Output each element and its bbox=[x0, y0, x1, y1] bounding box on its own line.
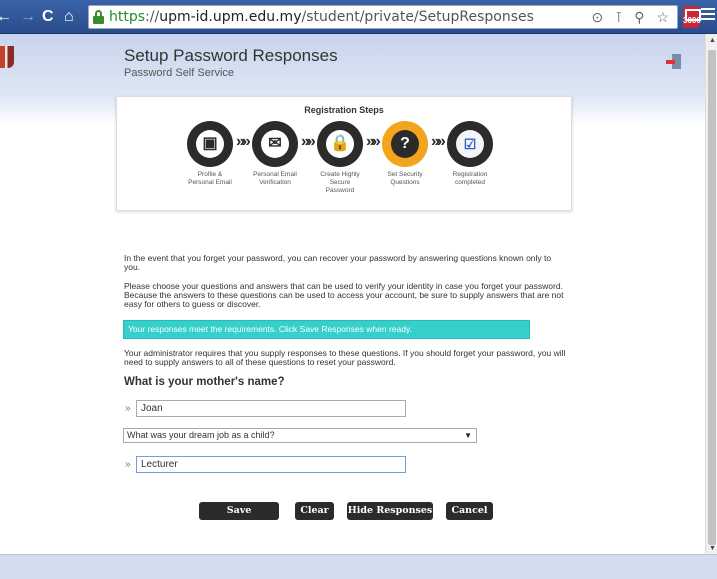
hide-responses-button[interactable]: Hide Responses bbox=[347, 502, 433, 520]
question-1-label: What is your mother's name? bbox=[124, 376, 285, 388]
checkmark-icon: ☑ bbox=[447, 121, 493, 167]
forward-arrow-icon[interactable]: → bbox=[20, 7, 36, 27]
omnibox-action-icons[interactable]: ⊙ ⊺ ⚲ ☆ bbox=[592, 9, 674, 26]
dropdown-arrow-icon: ▼ bbox=[464, 431, 472, 440]
answer-2-input[interactable] bbox=[136, 456, 406, 473]
registration-steps: Registration Steps ▣ Profile & Personal E… bbox=[116, 96, 572, 211]
reload-icon[interactable]: C bbox=[42, 7, 54, 27]
page-subtitle: Password Self Service bbox=[124, 67, 235, 79]
profile-icon: ▣ bbox=[187, 121, 233, 167]
admin-note: Your administrator requires that you sup… bbox=[124, 348, 566, 367]
page-header: Setup Password Responses Password Self S… bbox=[0, 34, 705, 96]
intro-text: In the event that you forget your passwo… bbox=[124, 253, 552, 272]
step-registration-completed: ☑ Registration completed bbox=[445, 121, 495, 187]
step-profile: ▣ Profile & Personal Email bbox=[185, 121, 235, 187]
save-responses-button[interactable]: Save Responses bbox=[199, 502, 279, 534]
back-arrow-icon[interactable]: ← bbox=[0, 7, 12, 27]
step-separator-icon: »» bbox=[431, 133, 446, 150]
success-message: Your responses meet the requirements. Cl… bbox=[123, 320, 530, 339]
steps-title: Registration Steps bbox=[304, 105, 384, 115]
step-separator-icon: »» bbox=[236, 133, 251, 150]
url-text: https://upm-id.upm.edu.my/student/privat… bbox=[109, 9, 534, 25]
question-2-select[interactable]: What was your dream job as a child? ▼ bbox=[123, 428, 477, 443]
scroll-thumb[interactable] bbox=[708, 50, 716, 545]
home-icon[interactable]: ⌂ bbox=[64, 7, 74, 27]
step-separator-icon: »» bbox=[301, 133, 316, 150]
vertical-scrollbar[interactable]: ▲ ▼ bbox=[705, 34, 717, 554]
step-separator-icon: »» bbox=[366, 133, 381, 150]
scroll-up-icon[interactable]: ▲ bbox=[709, 37, 716, 44]
gmail-extension-icon[interactable]: 3000 bbox=[683, 6, 701, 28]
bullet-icon: » bbox=[125, 403, 131, 414]
question-icon: ? bbox=[382, 121, 428, 167]
step-email-verification: ✉ Personal Email Verification bbox=[250, 121, 300, 187]
address-bar[interactable]: https://upm-id.upm.edu.my/student/privat… bbox=[88, 5, 678, 29]
page-footer bbox=[0, 554, 717, 579]
scroll-down-icon[interactable]: ▼ bbox=[709, 545, 716, 552]
step-security-questions: ? Set Security Questions bbox=[380, 121, 430, 187]
answer-1-input[interactable] bbox=[136, 400, 406, 417]
question-2-selected: What was your dream job as a child? bbox=[127, 430, 275, 440]
step-create-password: 🔒 Create Highly Secure Password bbox=[315, 121, 365, 195]
instructions-text: Please choose your questions and answers… bbox=[124, 281, 564, 309]
logout-icon[interactable] bbox=[666, 54, 682, 70]
email-icon: ✉ bbox=[252, 121, 298, 167]
browser-menu-icon[interactable] bbox=[701, 8, 715, 23]
ssl-lock-icon bbox=[93, 10, 104, 24]
page-title: Setup Password Responses bbox=[124, 46, 338, 65]
bullet-icon: » bbox=[125, 459, 131, 470]
cancel-button[interactable]: Cancel bbox=[446, 502, 493, 520]
upm-logo bbox=[0, 46, 14, 68]
clear-button[interactable]: Clear bbox=[295, 502, 334, 520]
lock-icon: 🔒 bbox=[317, 121, 363, 167]
browser-toolbar: ← → C ⌂ https://upm-id.upm.edu.my/studen… bbox=[0, 0, 717, 34]
